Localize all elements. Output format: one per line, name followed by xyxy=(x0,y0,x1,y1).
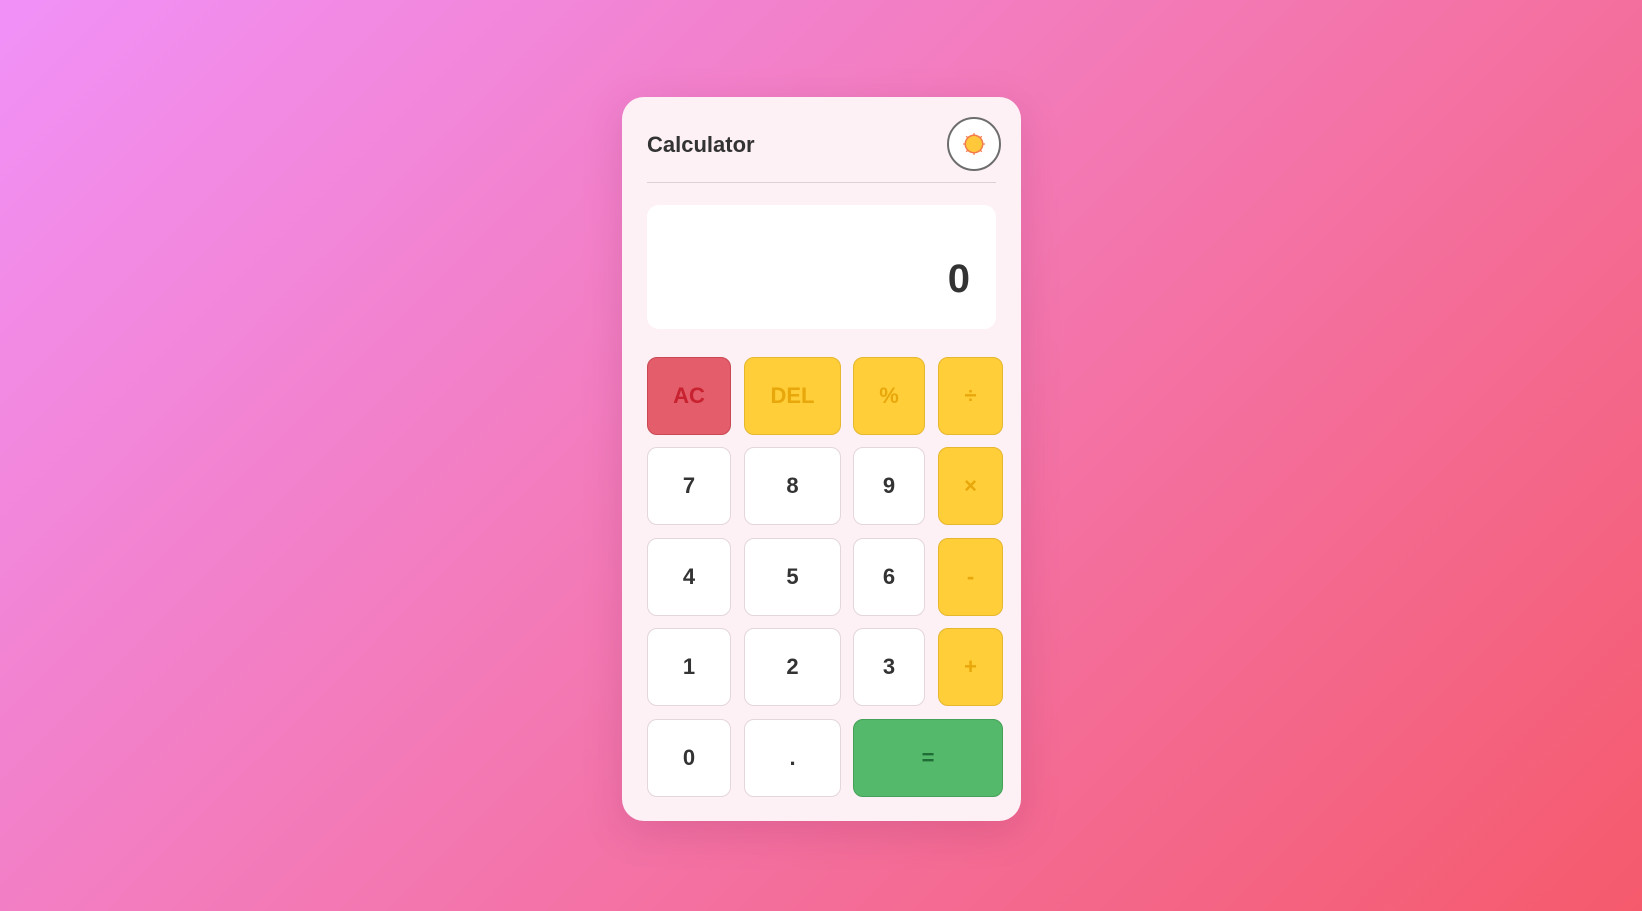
digit-9-button[interactable]: 9 xyxy=(853,447,925,525)
calculator-display: 0 xyxy=(647,205,996,329)
divide-button[interactable]: ÷ xyxy=(938,357,1003,435)
digit-5-button[interactable]: 5 xyxy=(744,538,841,616)
digit-4-button[interactable]: 4 xyxy=(647,538,731,616)
display-value: 0 xyxy=(947,257,970,301)
digit-1-button[interactable]: 1 xyxy=(647,628,731,706)
digit-8-button[interactable]: 8 xyxy=(744,447,841,525)
delete-button[interactable]: DEL xyxy=(744,357,841,435)
digit-0-button[interactable]: 0 xyxy=(647,719,731,797)
calculator-card: Calculator 0 AC DEL % ÷ 7 8 9 × 4 5 6 - … xyxy=(622,97,1021,821)
multiply-button[interactable]: × xyxy=(938,447,1003,525)
decimal-button[interactable]: . xyxy=(744,719,841,797)
equals-button[interactable]: = xyxy=(853,719,1003,797)
digit-7-button[interactable]: 7 xyxy=(647,447,731,525)
all-clear-button[interactable]: AC xyxy=(647,357,731,435)
calculator-header: Calculator xyxy=(647,117,1001,183)
digit-3-button[interactable]: 3 xyxy=(853,628,925,706)
app-title: Calculator xyxy=(647,132,755,157)
digit-6-button[interactable]: 6 xyxy=(853,538,925,616)
theme-toggle-button[interactable] xyxy=(947,117,1001,171)
subtract-button[interactable]: - xyxy=(938,538,1003,616)
digit-2-button[interactable]: 2 xyxy=(744,628,841,706)
sun-icon xyxy=(963,133,985,155)
add-button[interactable]: + xyxy=(938,628,1003,706)
percent-button[interactable]: % xyxy=(853,357,925,435)
